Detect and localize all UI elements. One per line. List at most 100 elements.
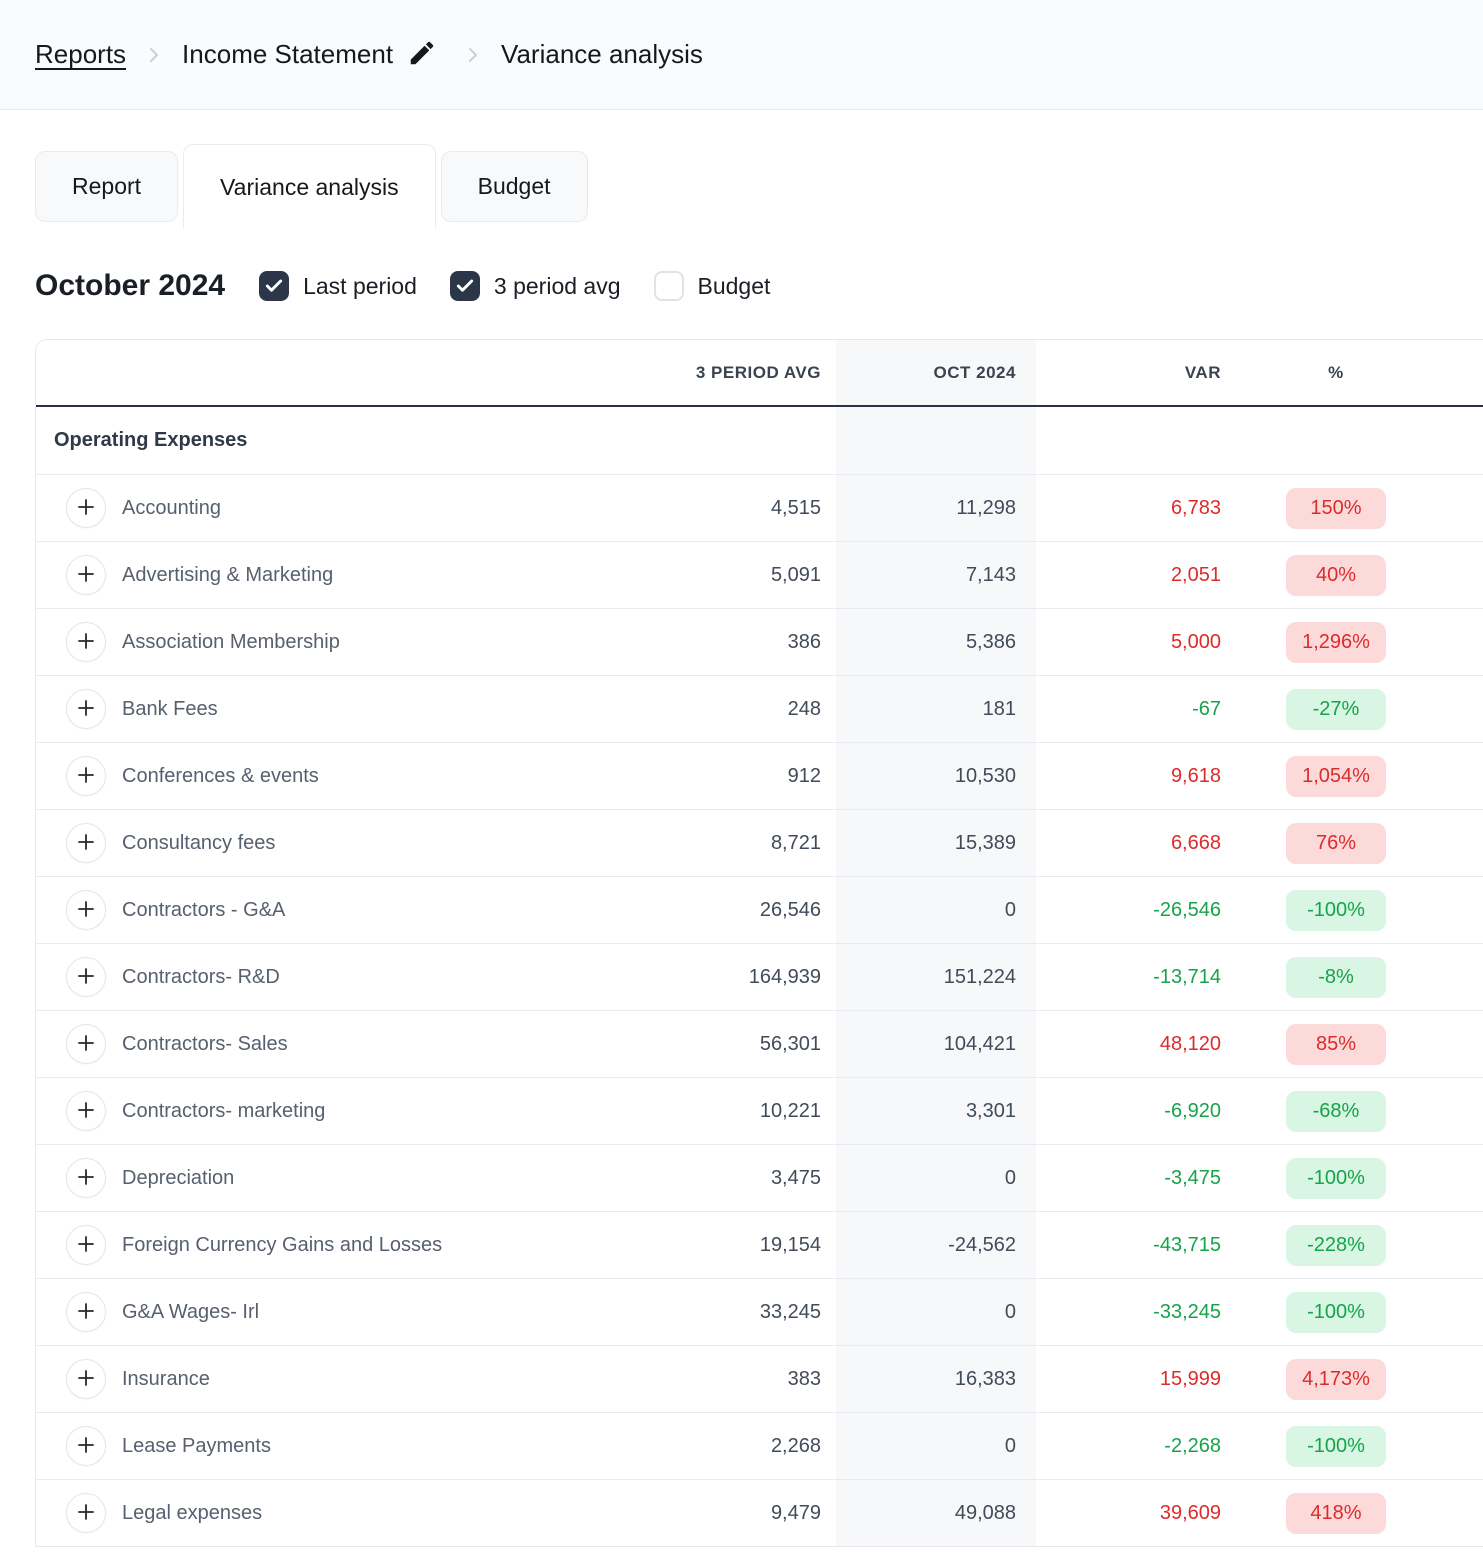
percent-badge: -100% [1286,1425,1386,1467]
percent-cell: -8% [1251,943,1421,1010]
table-row: Lease Payments 2,268 0 -2,268 -100% [36,1412,1483,1479]
expand-row-button[interactable] [66,1158,106,1198]
percent-badge: -68% [1286,1090,1386,1132]
checkbox-icon [259,271,290,301]
expand-row-button[interactable] [66,689,106,729]
value-var: -2,268 [1036,1412,1251,1479]
breadcrumb-current-page: Variance analysis [501,39,703,69]
percent-cell: -100% [1251,1278,1421,1345]
value-var: -33,245 [1036,1278,1251,1345]
plus-icon [74,1299,98,1326]
value-3-period-avg: 164,939 [641,943,836,1010]
filter-last-period[interactable]: Last period [259,271,417,301]
section-row: Operating Expenses [36,407,1483,474]
account-label: Consultancy fees [122,831,276,854]
plus-icon [74,1232,98,1259]
value-oct-2024: 0 [836,876,1036,943]
percent-badge: -27% [1286,688,1386,730]
value-3-period-avg: 912 [641,742,836,809]
table-header-row: 3 PERIOD AVG OCT 2024 VAR % [36,340,1483,407]
table-row: Insurance 383 16,383 15,999 4,173% [36,1345,1483,1412]
table-row: Contractors- Sales 56,301 104,421 48,120… [36,1010,1483,1077]
value-oct-2024: 181 [836,675,1036,742]
expand-row-button[interactable] [66,1225,106,1265]
header-var: VAR [1036,340,1251,407]
value-var: -67 [1036,675,1251,742]
plus-icon [74,629,98,656]
value-oct-2024: 11,298 [836,474,1036,541]
percent-badge: -228% [1286,1224,1386,1266]
account-label: Contractors - G&A [122,898,286,921]
value-var: 6,668 [1036,809,1251,876]
table-row: Consultancy fees 8,721 15,389 6,668 76% [36,809,1483,876]
value-3-period-avg: 4,515 [641,474,836,541]
expand-row-button[interactable] [66,488,106,528]
account-label: Foreign Currency Gains and Losses [122,1233,443,1256]
expand-row-button[interactable] [66,1292,106,1332]
expand-row-button[interactable] [66,622,106,662]
edit-report-name-button[interactable] [407,38,437,71]
expand-row-button[interactable] [66,1091,106,1131]
value-oct-2024: 5,386 [836,608,1036,675]
value-var: 5,000 [1036,608,1251,675]
expand-row-button[interactable] [66,756,106,796]
plus-icon [74,696,98,723]
table-row: Conferences & events 912 10,530 9,618 1,… [36,742,1483,809]
filter-3-period-avg[interactable]: 3 period avg [449,271,621,301]
value-oct-2024: -24,562 [836,1211,1036,1278]
account-label: Insurance [122,1367,210,1390]
percent-badge: 1,054% [1286,755,1386,797]
percent-badge: 85% [1286,1023,1386,1065]
value-var: 39,609 [1036,1479,1251,1546]
value-var: -3,475 [1036,1144,1251,1211]
account-label: Contractors- Sales [122,1032,288,1055]
tab-report[interactable]: Report [35,151,179,222]
value-3-period-avg: 248 [641,675,836,742]
expand-row-button[interactable] [66,823,106,863]
account-label: Contractors- marketing [122,1099,326,1122]
value-oct-2024: 3,301 [836,1077,1036,1144]
expand-row-button[interactable] [66,1426,106,1466]
value-oct-2024: 0 [836,1412,1036,1479]
expand-row-button[interactable] [66,890,106,930]
table-row: Contractors- R&D 164,939 151,224 -13,714… [36,943,1483,1010]
value-var: 48,120 [1036,1010,1251,1077]
filter-label: Budget [697,272,771,299]
value-var: -13,714 [1036,943,1251,1010]
account-label: Depreciation [122,1166,235,1189]
percent-cell: -100% [1251,876,1421,943]
value-var: 9,618 [1036,742,1251,809]
percent-cell: 40% [1251,541,1421,608]
header-3-period-avg: 3 PERIOD AVG [641,340,836,407]
tab-bar: Report Variance analysis Budget [35,144,1483,229]
value-var: -6,920 [1036,1077,1251,1144]
plus-icon [74,830,98,857]
chevron-right-icon [142,43,166,67]
tab-variance-analysis[interactable]: Variance analysis [183,144,436,229]
percent-cell: -228% [1251,1211,1421,1278]
percent-badge: 1,296% [1286,621,1386,663]
pencil-icon [407,38,437,71]
plus-icon [74,562,98,589]
value-3-period-avg: 26,546 [641,876,836,943]
expand-row-button[interactable] [66,1493,106,1533]
breadcrumb-link-reports[interactable]: Reports [35,39,126,70]
value-3-period-avg: 9,479 [641,1479,836,1546]
checkbox-icon [449,271,480,301]
filter-budget[interactable]: Budget [653,271,771,301]
table-row: Contractors- marketing 10,221 3,301 -6,9… [36,1077,1483,1144]
value-3-period-avg: 19,154 [641,1211,836,1278]
tab-budget[interactable]: Budget [440,151,588,222]
expand-row-button[interactable] [66,957,106,997]
expand-row-button[interactable] [66,1359,106,1399]
table-row: Association Membership 386 5,386 5,000 1… [36,608,1483,675]
expand-row-button[interactable] [66,1024,106,1064]
value-3-period-avg: 10,221 [641,1077,836,1144]
percent-cell: -68% [1251,1077,1421,1144]
plus-icon [74,763,98,790]
percent-cell: -100% [1251,1412,1421,1479]
expand-row-button[interactable] [66,555,106,595]
header-percent: % [1251,340,1421,407]
table-row: Depreciation 3,475 0 -3,475 -100% [36,1144,1483,1211]
value-oct-2024: 151,224 [836,943,1036,1010]
